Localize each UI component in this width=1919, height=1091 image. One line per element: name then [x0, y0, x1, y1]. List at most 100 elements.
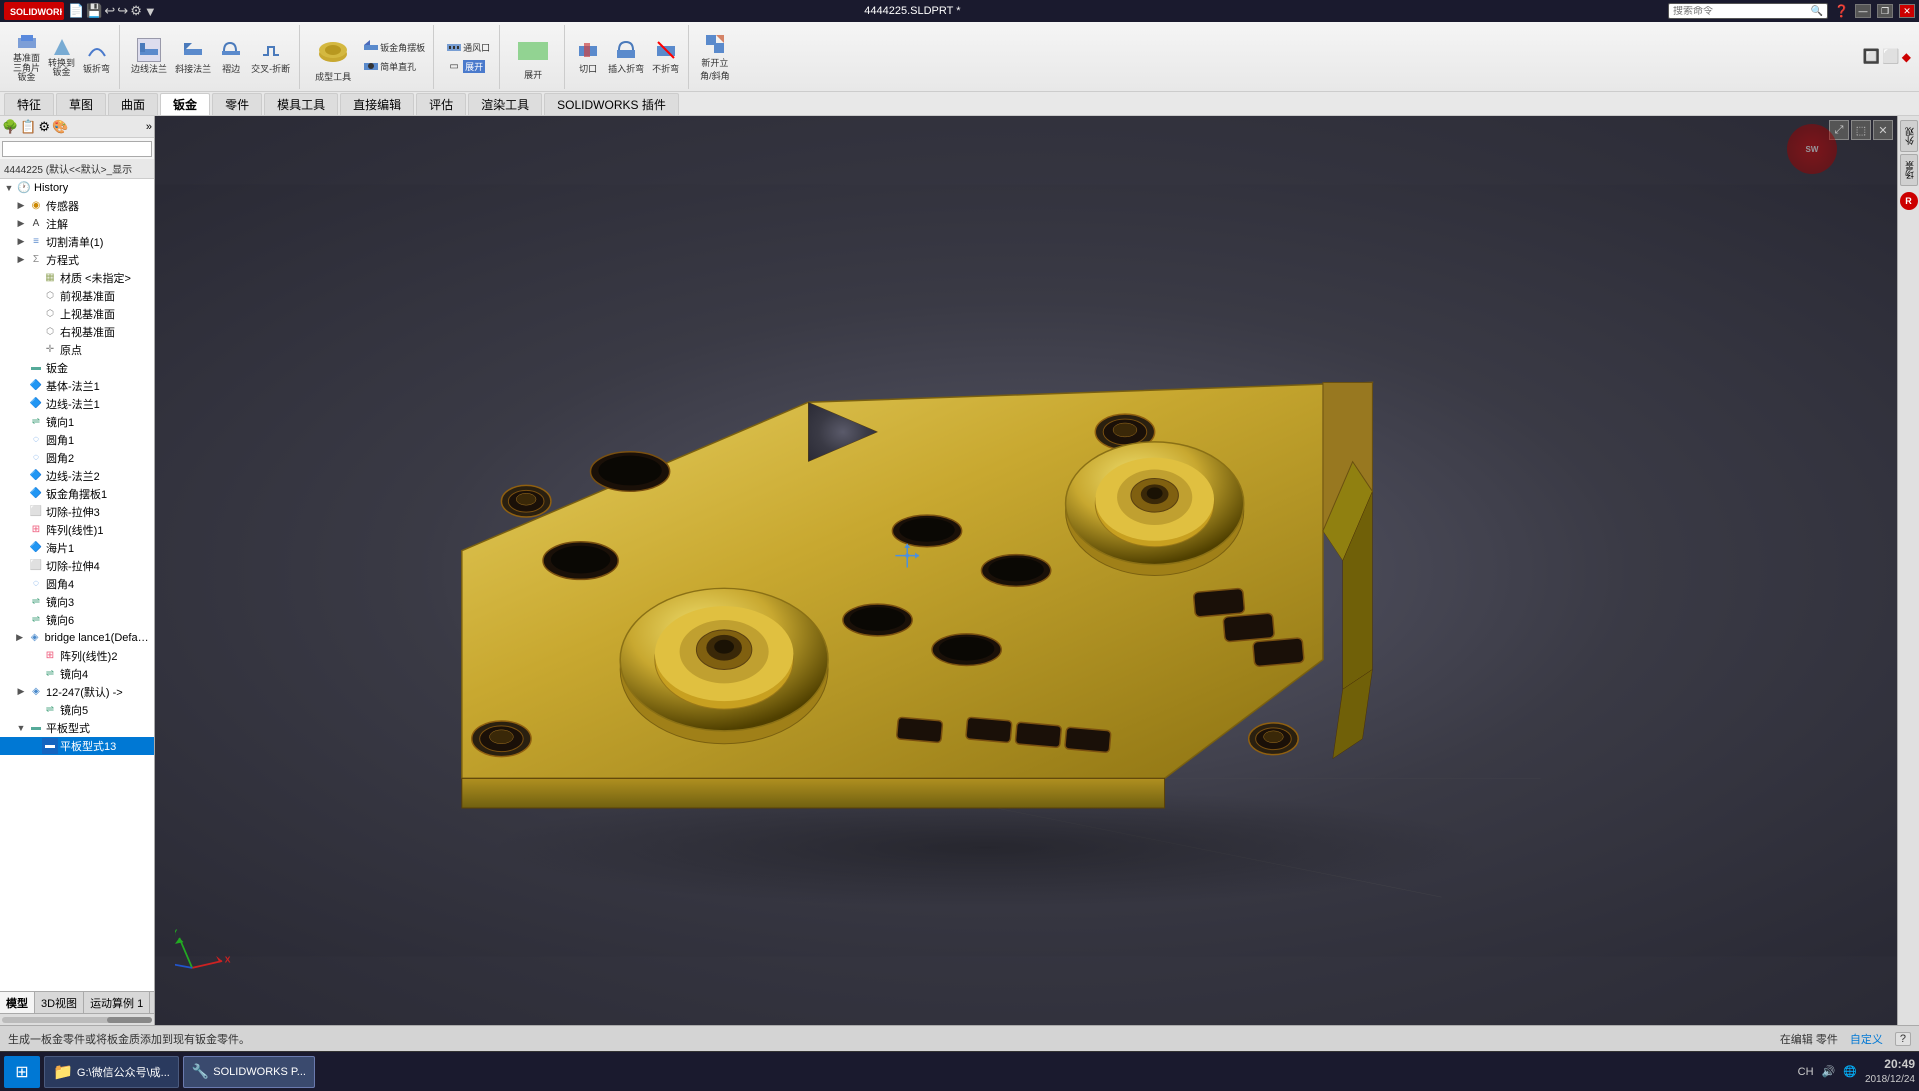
right-tab-scene[interactable]: 场景: [1900, 154, 1918, 186]
simple-hole-button[interactable]: 简单直孔: [360, 57, 427, 75]
tree-item-fillet2[interactable]: ◌ 圆角2: [0, 449, 154, 467]
close-button[interactable]: ✕: [1899, 4, 1915, 18]
hem-button[interactable]: 褶边: [216, 36, 246, 77]
tab-direct[interactable]: 直接编辑: [340, 93, 414, 115]
minimize-button[interactable]: —: [1855, 4, 1871, 18]
view-orient-icon[interactable]: 🔲: [1863, 48, 1880, 65]
tree-item-sheet-metal[interactable]: ▬ 钣金: [0, 359, 154, 377]
redo-icon[interactable]: ↪: [117, 3, 128, 19]
undo-icon[interactable]: ↩: [104, 3, 115, 19]
tree-item-mirror4[interactable]: ⇌ 镜向4: [0, 665, 154, 683]
tree-item-bridge[interactable]: ▶ ◈ bridge lance1(Default) ->: [0, 629, 154, 647]
vent-button[interactable]: 通风口: [442, 38, 493, 56]
tree-item-base-flange1[interactable]: 🔷 基体-法兰1: [0, 377, 154, 395]
jog-button[interactable]: 交叉-折断: [248, 36, 293, 77]
panel-expand-icon[interactable]: »: [146, 121, 152, 133]
tree-item-pattern1[interactable]: ⊞ 阵列(线性)1: [0, 521, 154, 539]
start-button[interactable]: ⊞: [4, 1056, 40, 1088]
taskbar-app-explorer[interactable]: 📁 G:\微信公众号\成...: [44, 1056, 179, 1088]
tree-item-annotations[interactable]: ▶ A 注解: [0, 215, 154, 233]
tree-item-part247[interactable]: ▶ ◈ 12-247(默认) ->: [0, 683, 154, 701]
viewport-split[interactable]: ⬚: [1851, 120, 1871, 140]
flatten-button[interactable]: 展开: [508, 30, 558, 83]
tree-item-top-plane[interactable]: ⬡ 上视基准面: [0, 305, 154, 323]
panel-display-icon[interactable]: 🎨: [52, 119, 68, 135]
tree-item-right-plane[interactable]: ⬡ 右视基准面: [0, 323, 154, 341]
tree-item-origin[interactable]: ✛ 原点: [0, 341, 154, 359]
tree-item-fillet4[interactable]: ◌ 圆角4: [0, 575, 154, 593]
tree-item-flat-pattern13[interactable]: ▬ 平板型式13: [0, 737, 154, 755]
tree-item-mirror6[interactable]: ⇌ 镜向6: [0, 611, 154, 629]
save-icon[interactable]: 💾: [86, 3, 102, 19]
search-input[interactable]: [1673, 6, 1811, 17]
part247-icon: ◈: [28, 684, 44, 700]
panel-property-icon[interactable]: 📋: [20, 119, 36, 135]
tree-item-edge-flange2[interactable]: 🔷 边线-法兰2: [0, 467, 154, 485]
toolbar-group-flatten: 展开: [502, 25, 565, 89]
tree-item-cut4[interactable]: ⬜ 切除-拉伸4: [0, 557, 154, 575]
tree-item-front-plane[interactable]: ⬡ 前视基准面: [0, 287, 154, 305]
clock[interactable]: 20:49 2018/12/24: [1865, 1057, 1915, 1086]
tree-item-history[interactable]: ▼ 🕐 History: [0, 179, 154, 197]
taskbar-app-solidworks[interactable]: 🔧 SOLIDWORKS P...: [183, 1056, 315, 1088]
tab-surface[interactable]: 曲面: [108, 93, 158, 115]
tab-evaluate[interactable]: 评估: [416, 93, 466, 115]
network-icon[interactable]: 🌐: [1843, 1065, 1857, 1078]
tree-item-mirror3[interactable]: ⇌ 镜向3: [0, 593, 154, 611]
tree-header: 4444225 (默认<<默认>_显示: [0, 159, 154, 179]
tree-item-mirror1[interactable]: ⇌ 镜向1: [0, 413, 154, 431]
sheet-metal-gusset-button[interactable]: 钣金角摆板: [360, 38, 427, 56]
tree-item-material[interactable]: ▦ 材质 <未指定>: [0, 269, 154, 287]
help-btn[interactable]: ?: [1895, 1032, 1911, 1046]
no-bend-button[interactable]: 不折弯: [649, 36, 682, 77]
edge-flange-button[interactable]: 边线法兰: [128, 36, 170, 77]
tab-render[interactable]: 渲染工具: [468, 93, 542, 115]
insert-bend-button[interactable]: 插入折弯: [605, 36, 647, 77]
tree-item-cut3[interactable]: ⬜ 切除-拉伸3: [0, 503, 154, 521]
tree-item-edge-flange1[interactable]: 🔷 边线-法兰1: [0, 395, 154, 413]
tree-item-mirror5[interactable]: ⇌ 镜向5: [0, 701, 154, 719]
tab-plugins[interactable]: SOLIDWORKS 插件: [544, 93, 679, 115]
panel-tab-motion[interactable]: 运动算例 1: [84, 992, 150, 1013]
right-tab-appearance[interactable]: 外观: [1900, 120, 1918, 152]
tree-filter-input[interactable]: [2, 141, 152, 157]
tree-item-sensors[interactable]: ▶ ◉ 传感器: [0, 197, 154, 215]
panel-config-icon[interactable]: ⚙: [38, 119, 50, 135]
tree-item-flat-pattern[interactable]: ▼ ▬ 平板型式: [0, 719, 154, 737]
tab-parts[interactable]: 零件: [212, 93, 262, 115]
forming-tool-button[interactable]: 成型工具: [308, 28, 358, 85]
volume-icon[interactable]: 🔊: [1822, 1065, 1836, 1078]
restore-button[interactable]: ❐: [1877, 4, 1893, 18]
tree-item-tab1[interactable]: 🔷 海片1: [0, 539, 154, 557]
viewport-close[interactable]: ✕: [1873, 120, 1893, 140]
new-icon[interactable]: 📄: [68, 3, 84, 19]
unfold-button[interactable]: ▭ 展开: [442, 57, 493, 75]
panel-tab-model[interactable]: 模型: [0, 992, 35, 1013]
tree-item-pattern2[interactable]: ⊞ 阵列(线性)2: [0, 647, 154, 665]
custom-status[interactable]: 自定义: [1850, 1031, 1883, 1047]
tree-item-equations[interactable]: ▶ Σ 方程式: [0, 251, 154, 269]
bend-button[interactable]: 钣折弯: [80, 36, 113, 77]
sheet-icon: ▬: [28, 360, 44, 376]
panel-feature-tree-icon[interactable]: 🌳: [2, 119, 18, 135]
panel-tab-3d[interactable]: 3D视图: [35, 992, 84, 1013]
tree-item-fillet1[interactable]: ◌ 圆角1: [0, 431, 154, 449]
cut-extrude-button[interactable]: 切口: [573, 36, 603, 77]
help-icon[interactable]: ❓: [1834, 4, 1849, 18]
viewport[interactable]: X Y Z ⤢ ⬚ ✕ SW: [155, 116, 1897, 1025]
corner-trim-button[interactable]: 新开立角/斜角: [697, 30, 733, 84]
base-flange-button[interactable]: 基准面三角片钣金: [10, 28, 43, 86]
tab-mold[interactable]: 模具工具: [264, 93, 338, 115]
options-icon[interactable]: ▼: [144, 4, 157, 19]
view-type-icon[interactable]: ⬜: [1882, 48, 1899, 65]
status-message: 生成一板金零件或将板金质添加到现有钣金零件。: [8, 1031, 250, 1047]
convert-to-sheet-button[interactable]: 转换到钣金: [45, 33, 78, 81]
tab-features[interactable]: 特征: [4, 93, 54, 115]
feature-tree[interactable]: ▼ 🕐 History ▶ ◉ 传感器 ▶ A 注解 ▶: [0, 179, 154, 992]
miter-flange-button[interactable]: 斜接法兰: [172, 36, 214, 77]
tab-sheetmetal[interactable]: 钣金: [160, 93, 210, 115]
rebuild-icon[interactable]: ⚙: [130, 3, 142, 19]
tab-sketch[interactable]: 草图: [56, 93, 106, 115]
tree-item-corner1[interactable]: 🔷 钣金角摆板1: [0, 485, 154, 503]
tree-item-cutlist[interactable]: ▶ ≡ 切割清单(1): [0, 233, 154, 251]
